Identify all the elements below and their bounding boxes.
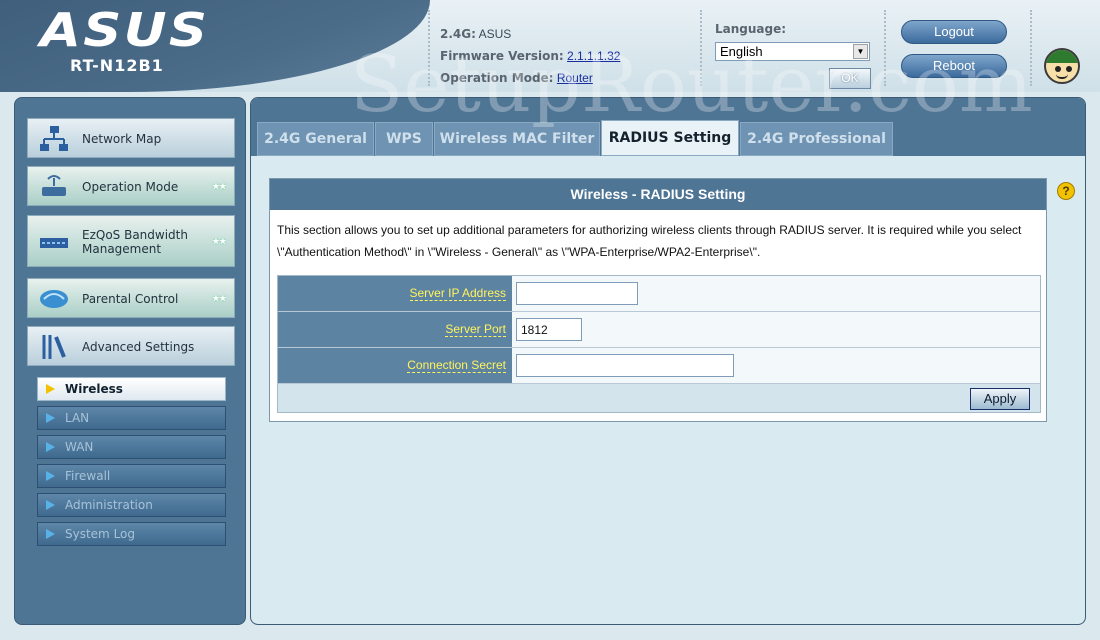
firmware-label: Firmware Version: bbox=[440, 49, 564, 63]
firmware-link[interactable]: 2.1.1.1.32 bbox=[567, 49, 620, 63]
bandwidth-icon bbox=[40, 238, 68, 248]
divider bbox=[700, 10, 702, 86]
language-label: Language: bbox=[715, 22, 787, 36]
form-row-server-port: Server Port bbox=[278, 312, 1040, 348]
submenu-item-label: System Log bbox=[65, 527, 135, 541]
submenu-item-administration[interactable]: Administration bbox=[37, 493, 226, 517]
operation-mode-label: Operation Mode: bbox=[440, 71, 554, 85]
network-map-icon bbox=[40, 126, 68, 151]
sidebar-item-network-map[interactable]: Network Map bbox=[27, 118, 235, 158]
operation-mode-link[interactable]: Router bbox=[557, 71, 593, 85]
radius-form: Server IP Address Server Port Connection… bbox=[277, 275, 1041, 413]
divider bbox=[428, 10, 430, 86]
arrow-icon bbox=[46, 384, 55, 394]
reboot-button[interactable]: Reboot bbox=[901, 54, 1007, 78]
arrow-icon bbox=[46, 471, 55, 481]
sidebar-item-label: Network Map bbox=[82, 132, 162, 146]
server-ip-label[interactable]: Server IP Address bbox=[409, 286, 506, 301]
submenu-item-system-log[interactable]: System Log bbox=[37, 522, 226, 546]
form-row-connection-secret: Connection Secret bbox=[278, 348, 1040, 384]
sidebar-item-label: Advanced Settings bbox=[82, 340, 195, 354]
arrow-icon bbox=[46, 500, 55, 510]
sidebar-item-label: Operation Mode bbox=[82, 180, 179, 194]
tab-2-4g-professional[interactable]: 2.4G Professional bbox=[740, 122, 893, 156]
header: ASUS RT-N12B1 2.4G: ASUS Firmware Versio… bbox=[0, 0, 1100, 92]
star-icon: ★★ bbox=[211, 181, 227, 191]
server-ip-input[interactable] bbox=[516, 282, 638, 305]
main-content: 2.4G General WPS Wireless MAC Filter RAD… bbox=[250, 97, 1086, 625]
submenu-item-label: LAN bbox=[65, 411, 90, 425]
arrow-icon bbox=[46, 413, 55, 423]
help-icon[interactable]: ? bbox=[1057, 182, 1075, 200]
panel-description: This section allows you to set up additi… bbox=[277, 223, 1022, 259]
submenu-item-label: Administration bbox=[65, 498, 153, 512]
ssid-value: ASUS bbox=[478, 27, 512, 41]
language-select[interactable]: English ▼ bbox=[715, 42, 870, 61]
ssid-label: 2.4G: bbox=[440, 27, 476, 41]
tab-bar: 2.4G General WPS Wireless MAC Filter RAD… bbox=[251, 98, 1085, 156]
mascot-icon bbox=[1044, 48, 1080, 84]
server-port-label[interactable]: Server Port bbox=[445, 322, 506, 337]
panel-title: Wireless - RADIUS Setting bbox=[270, 179, 1046, 210]
sidebar-item-label: Parental Control bbox=[82, 292, 179, 306]
tab-2-4g-general[interactable]: 2.4G General bbox=[257, 122, 374, 156]
sidebar-item-operation-mode[interactable]: Operation Mode ★★ bbox=[27, 166, 235, 206]
language-selected-value: English bbox=[720, 44, 763, 59]
submenu-item-wireless[interactable]: Wireless bbox=[37, 377, 226, 401]
sidebar: Network Map Operation Mode ★★ EzQoS Band… bbox=[14, 97, 246, 625]
apply-row: Apply bbox=[278, 384, 1040, 412]
submenu-item-label: Firewall bbox=[65, 469, 111, 483]
divider bbox=[1030, 10, 1032, 86]
wrench-icon bbox=[42, 335, 66, 359]
sidebar-item-parental-control[interactable]: Parental Control ★★ bbox=[27, 278, 235, 318]
star-icon: ★★ bbox=[211, 236, 227, 246]
asus-logo: ASUS bbox=[40, 3, 210, 57]
sidebar-item-label: EzQoS Bandwidth Management bbox=[82, 228, 188, 256]
radius-setting-panel: Wireless - RADIUS Setting This section a… bbox=[269, 178, 1047, 422]
tab-radius-setting[interactable]: RADIUS Setting bbox=[601, 120, 739, 156]
language-ok-button[interactable]: OK bbox=[829, 68, 871, 89]
connection-secret-input[interactable] bbox=[516, 354, 734, 377]
submenu-item-label: Wireless bbox=[65, 382, 123, 396]
connection-secret-label[interactable]: Connection Secret bbox=[407, 358, 506, 373]
router-icon bbox=[42, 175, 66, 196]
logo-block: ASUS RT-N12B1 bbox=[0, 0, 430, 92]
router-info: 2.4G: ASUS Firmware Version: 2.1.1.1.32 … bbox=[440, 24, 620, 90]
server-port-input[interactable] bbox=[516, 318, 582, 341]
form-row-server-ip: Server IP Address bbox=[278, 276, 1040, 312]
star-icon: ★★ bbox=[211, 293, 227, 303]
submenu-item-lan[interactable]: LAN bbox=[37, 406, 226, 430]
tab-wireless-mac-filter[interactable]: Wireless MAC Filter bbox=[434, 122, 600, 156]
submenu-item-label: WAN bbox=[65, 440, 94, 454]
arrow-icon bbox=[46, 529, 55, 539]
sidebar-item-advanced-settings[interactable]: Advanced Settings bbox=[27, 326, 235, 366]
submenu-item-firewall[interactable]: Firewall bbox=[37, 464, 226, 488]
parental-control-icon bbox=[40, 290, 68, 308]
sidebar-item-ezqos[interactable]: EzQoS Bandwidth Management ★★ bbox=[27, 215, 235, 267]
tab-wps[interactable]: WPS bbox=[375, 122, 433, 156]
chevron-down-icon[interactable]: ▼ bbox=[853, 44, 868, 59]
apply-button[interactable]: Apply bbox=[970, 388, 1030, 410]
divider bbox=[884, 10, 886, 86]
arrow-icon bbox=[46, 442, 55, 452]
submenu-item-wan[interactable]: WAN bbox=[37, 435, 226, 459]
model-name: RT-N12B1 bbox=[70, 56, 164, 75]
logout-button[interactable]: Logout bbox=[901, 20, 1007, 44]
